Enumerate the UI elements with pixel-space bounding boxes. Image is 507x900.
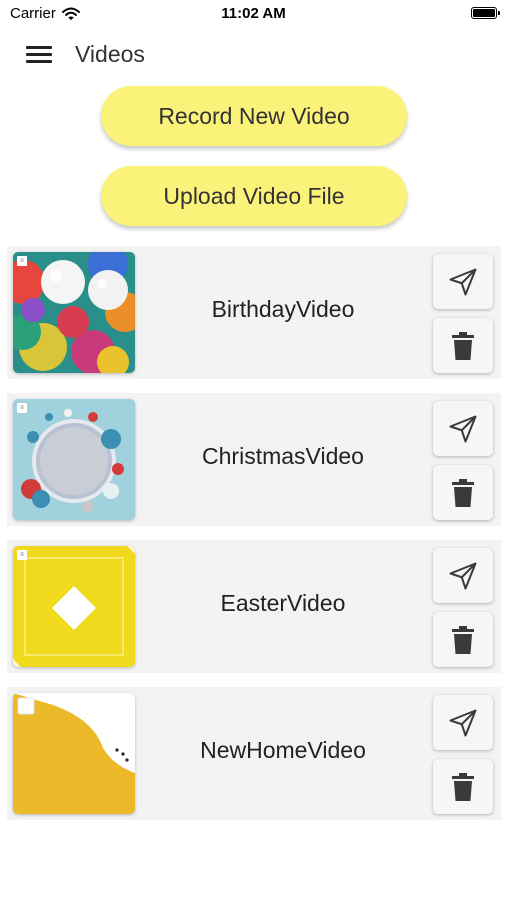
video-name: ChristmasVideo (202, 443, 364, 469)
video-name: BirthdayVideo (211, 296, 355, 322)
status-time: 11:02 AM (221, 5, 286, 22)
thumbnail-badge-icon: ≡ (17, 403, 27, 413)
status-bar: Carrier 11:02 AM (0, 0, 507, 28)
video-thumbnail-balloons[interactable]: ≡ (13, 252, 135, 373)
nav-bar: Videos (0, 34, 507, 74)
battery-icon (471, 7, 500, 19)
thumbnail-badge-icon: ≡ (17, 256, 27, 266)
page-title: Videos (75, 41, 145, 67)
video-name: EasterVideo (220, 590, 346, 616)
video-thumbnail-yellow-wave[interactable] (13, 693, 135, 814)
delete-button[interactable] (433, 759, 493, 814)
send-icon (449, 562, 477, 589)
trash-icon (452, 625, 474, 654)
delete-button[interactable] (433, 612, 493, 667)
video-card-christmas[interactable]: ≡ ChristmasVideo (7, 393, 501, 526)
video-card-easter[interactable]: ≡ EasterVideo (7, 540, 501, 673)
send-icon (449, 268, 477, 295)
thumbnail-badge-icon: ≡ (17, 550, 27, 560)
hamburger-menu-icon[interactable] (26, 42, 54, 66)
send-button[interactable] (433, 695, 493, 750)
upload-video-file-button[interactable]: Upload Video File (101, 166, 407, 226)
delete-button[interactable] (433, 318, 493, 373)
send-icon (449, 415, 477, 442)
delete-button[interactable] (433, 465, 493, 520)
send-button[interactable] (433, 548, 493, 603)
send-icon (449, 709, 477, 736)
trash-icon (452, 772, 474, 801)
video-card-birthday[interactable]: ≡ BirthdayVideo (7, 246, 501, 379)
video-card-new-home[interactable]: NewHomeVideo (7, 687, 501, 820)
trash-icon (452, 478, 474, 507)
send-button[interactable] (433, 401, 493, 456)
send-button[interactable] (433, 254, 493, 309)
video-name: NewHomeVideo (200, 737, 366, 763)
video-thumbnail-christmas-wreath[interactable]: ≡ (13, 399, 135, 520)
record-new-video-button[interactable]: Record New Video (101, 86, 407, 146)
video-thumbnail-yellow-diamond[interactable]: ≡ (13, 546, 135, 667)
trash-icon (452, 331, 474, 360)
